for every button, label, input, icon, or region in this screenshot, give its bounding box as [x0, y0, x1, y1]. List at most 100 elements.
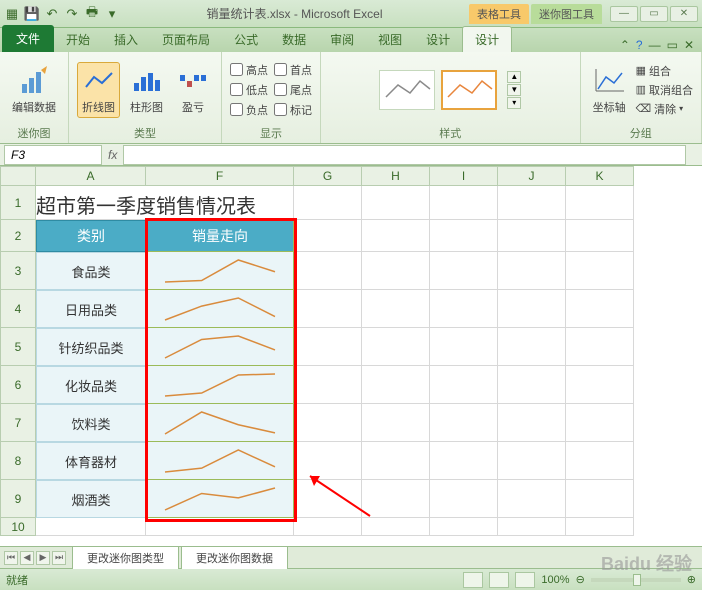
- sparkline-cell[interactable]: [146, 480, 294, 518]
- tab-insert[interactable]: 插入: [102, 27, 150, 52]
- category-cell[interactable]: 日用品类: [36, 290, 146, 328]
- tab-home[interactable]: 开始: [54, 27, 102, 52]
- header-trend[interactable]: 销量走向: [146, 220, 294, 252]
- tab-layout[interactable]: 页面布局: [150, 27, 222, 52]
- sheet-tab-2[interactable]: 更改迷你图数据: [181, 546, 288, 569]
- category-cell[interactable]: 化妆品类: [36, 366, 146, 404]
- col-header-K[interactable]: K: [566, 166, 634, 186]
- sheet-title-cell[interactable]: 超市第一季度销售情况表（元）: [36, 186, 294, 220]
- tab-nav-prev[interactable]: ◀: [20, 551, 34, 565]
- tab-nav-last[interactable]: ⏭: [52, 551, 66, 565]
- clear-button[interactable]: ⌫清除▾: [636, 101, 693, 117]
- qat-more-icon[interactable]: ▾: [104, 6, 120, 22]
- workbook-min-icon[interactable]: —: [649, 38, 661, 52]
- line-sparkline-button[interactable]: 折线图: [77, 62, 120, 118]
- row-header-6[interactable]: 6: [0, 366, 36, 404]
- col-header-J[interactable]: J: [498, 166, 566, 186]
- sparkline-cell[interactable]: [146, 290, 294, 328]
- row-header-9[interactable]: 9: [0, 480, 36, 518]
- header-category[interactable]: 类别: [36, 220, 146, 252]
- tab-review[interactable]: 审阅: [318, 27, 366, 52]
- check-low[interactable]: 低点: [230, 82, 268, 98]
- col-header-I[interactable]: I: [430, 166, 498, 186]
- zoom-level[interactable]: 100%: [541, 574, 569, 586]
- style-preview-1[interactable]: [379, 70, 435, 110]
- zoom-in-button[interactable]: ⊕: [687, 573, 696, 586]
- view-layout-button[interactable]: [489, 572, 509, 588]
- ungroup-button[interactable]: ▥取消组合: [636, 82, 693, 98]
- workbook-close-icon[interactable]: ✕: [684, 38, 694, 52]
- select-all-corner[interactable]: [0, 166, 36, 186]
- name-box[interactable]: F3: [4, 145, 102, 165]
- tab-table-design[interactable]: 设计: [414, 27, 462, 52]
- row-header-4[interactable]: 4: [0, 290, 36, 328]
- tab-view[interactable]: 视图: [366, 27, 414, 52]
- zoom-out-button[interactable]: ⊖: [576, 573, 585, 586]
- maximize-button[interactable]: ▭: [640, 6, 668, 22]
- ribbon-group-show: 高点 低点 负点 首点 尾点 标记 显示: [222, 52, 321, 143]
- tab-nav: ⏮ ◀ ▶ ⏭: [0, 551, 70, 565]
- tab-data[interactable]: 数据: [270, 27, 318, 52]
- close-button[interactable]: ✕: [670, 6, 698, 22]
- axis-button[interactable]: 坐标轴: [589, 63, 630, 117]
- column-sparkline-button[interactable]: 柱形图: [126, 63, 167, 117]
- view-pagebreak-button[interactable]: [515, 572, 535, 588]
- row-header-5[interactable]: 5: [0, 328, 36, 366]
- category-cell[interactable]: 食品类: [36, 252, 146, 290]
- sparkline-cell[interactable]: [146, 252, 294, 290]
- col-header-G[interactable]: G: [294, 166, 362, 186]
- tab-formula[interactable]: 公式: [222, 27, 270, 52]
- redo-icon[interactable]: ↷: [64, 6, 80, 22]
- check-first[interactable]: 首点: [274, 62, 312, 78]
- col-header-A[interactable]: A: [36, 166, 146, 186]
- undo-icon[interactable]: ↶: [44, 6, 60, 22]
- col-header-F[interactable]: F: [146, 166, 294, 186]
- style-preview-2[interactable]: [441, 70, 497, 110]
- help-icon[interactable]: ?: [636, 38, 643, 52]
- check-neg[interactable]: 负点: [230, 102, 268, 118]
- category-cell[interactable]: 针纺织品类: [36, 328, 146, 366]
- tab-sparkline-design[interactable]: 设计: [462, 26, 512, 52]
- workbook-restore-icon[interactable]: ▭: [667, 38, 678, 52]
- sparkline-cell[interactable]: [146, 404, 294, 442]
- tab-nav-next[interactable]: ▶: [36, 551, 50, 565]
- row-header-10[interactable]: 10: [0, 518, 36, 536]
- sparkline-cell[interactable]: [146, 366, 294, 404]
- sheet-tab-1[interactable]: 更改迷你图类型: [72, 546, 179, 569]
- ribbon-group-group: 坐标轴 ▦组合 ▥取消组合 ⌫清除▾ 分组: [581, 52, 702, 143]
- row-header-2[interactable]: 2: [0, 220, 36, 252]
- style-gallery-more[interactable]: ▾: [507, 97, 521, 109]
- winloss-sparkline-button[interactable]: 盈亏: [173, 63, 213, 117]
- sparkline-cell[interactable]: [146, 442, 294, 480]
- group-button[interactable]: ▦组合: [636, 63, 693, 79]
- category-cell[interactable]: 烟酒类: [36, 480, 146, 518]
- style-scroll-down[interactable]: ▼: [507, 84, 521, 96]
- fx-label[interactable]: fx: [102, 148, 123, 162]
- worksheet[interactable]: AFGHIJK 12345678910 超市第一季度销售情况表（元）类别销量走向…: [0, 166, 702, 546]
- category-cell[interactable]: 饮料类: [36, 404, 146, 442]
- row-header-8[interactable]: 8: [0, 442, 36, 480]
- window-title: 销量统计表.xlsx - Microsoft Excel: [120, 5, 469, 22]
- print-icon[interactable]: 🖶: [84, 6, 100, 22]
- col-header-H[interactable]: H: [362, 166, 430, 186]
- category-cell[interactable]: 体育器材: [36, 442, 146, 480]
- check-mark[interactable]: 标记: [274, 102, 312, 118]
- edit-data-icon: [18, 65, 50, 97]
- minimize-ribbon-icon[interactable]: ⌃: [620, 38, 630, 52]
- tab-nav-first[interactable]: ⏮: [4, 551, 18, 565]
- row-header-1[interactable]: 1: [0, 186, 36, 220]
- save-icon[interactable]: 💾: [24, 6, 40, 22]
- edit-data-button[interactable]: 编辑数据: [8, 63, 60, 117]
- zoom-slider[interactable]: [591, 578, 681, 582]
- tab-file[interactable]: 文件: [2, 25, 54, 52]
- sparkline-cell[interactable]: [146, 328, 294, 366]
- style-scroll-up[interactable]: ▲: [507, 71, 521, 83]
- formula-input[interactable]: [123, 145, 686, 165]
- row-header-7[interactable]: 7: [0, 404, 36, 442]
- view-normal-button[interactable]: [463, 572, 483, 588]
- minimize-button[interactable]: —: [610, 6, 638, 22]
- check-high[interactable]: 高点: [230, 62, 268, 78]
- check-last[interactable]: 尾点: [274, 82, 312, 98]
- row-header-3[interactable]: 3: [0, 252, 36, 290]
- axis-label: 坐标轴: [593, 99, 626, 115]
